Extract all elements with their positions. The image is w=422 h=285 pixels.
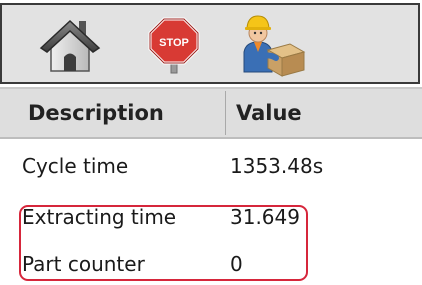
column-divider[interactable] [225,91,226,135]
row-description: Cycle time [22,154,129,178]
house-icon [39,19,101,72]
column-header-value[interactable]: Value [236,89,302,137]
stop-sign-text: STOP [159,37,189,49]
stop-button[interactable]: STOP [142,13,206,77]
worker-button[interactable] [228,13,312,77]
worker-with-box-icon [243,15,306,77]
home-button[interactable] [34,13,106,77]
table-header: Description Value [0,87,422,139]
column-header-description[interactable]: Description [28,89,164,137]
toolbar: STOP [0,3,420,84]
row-value: 1353.48s [230,154,324,178]
highlight-annotation [19,205,308,281]
stop-sign-icon: STOP [148,17,200,74]
table-row[interactable]: Cycle time 1353.48s [0,144,422,188]
screen: STOP Description Value Cycle time 1353.4… [0,0,422,285]
